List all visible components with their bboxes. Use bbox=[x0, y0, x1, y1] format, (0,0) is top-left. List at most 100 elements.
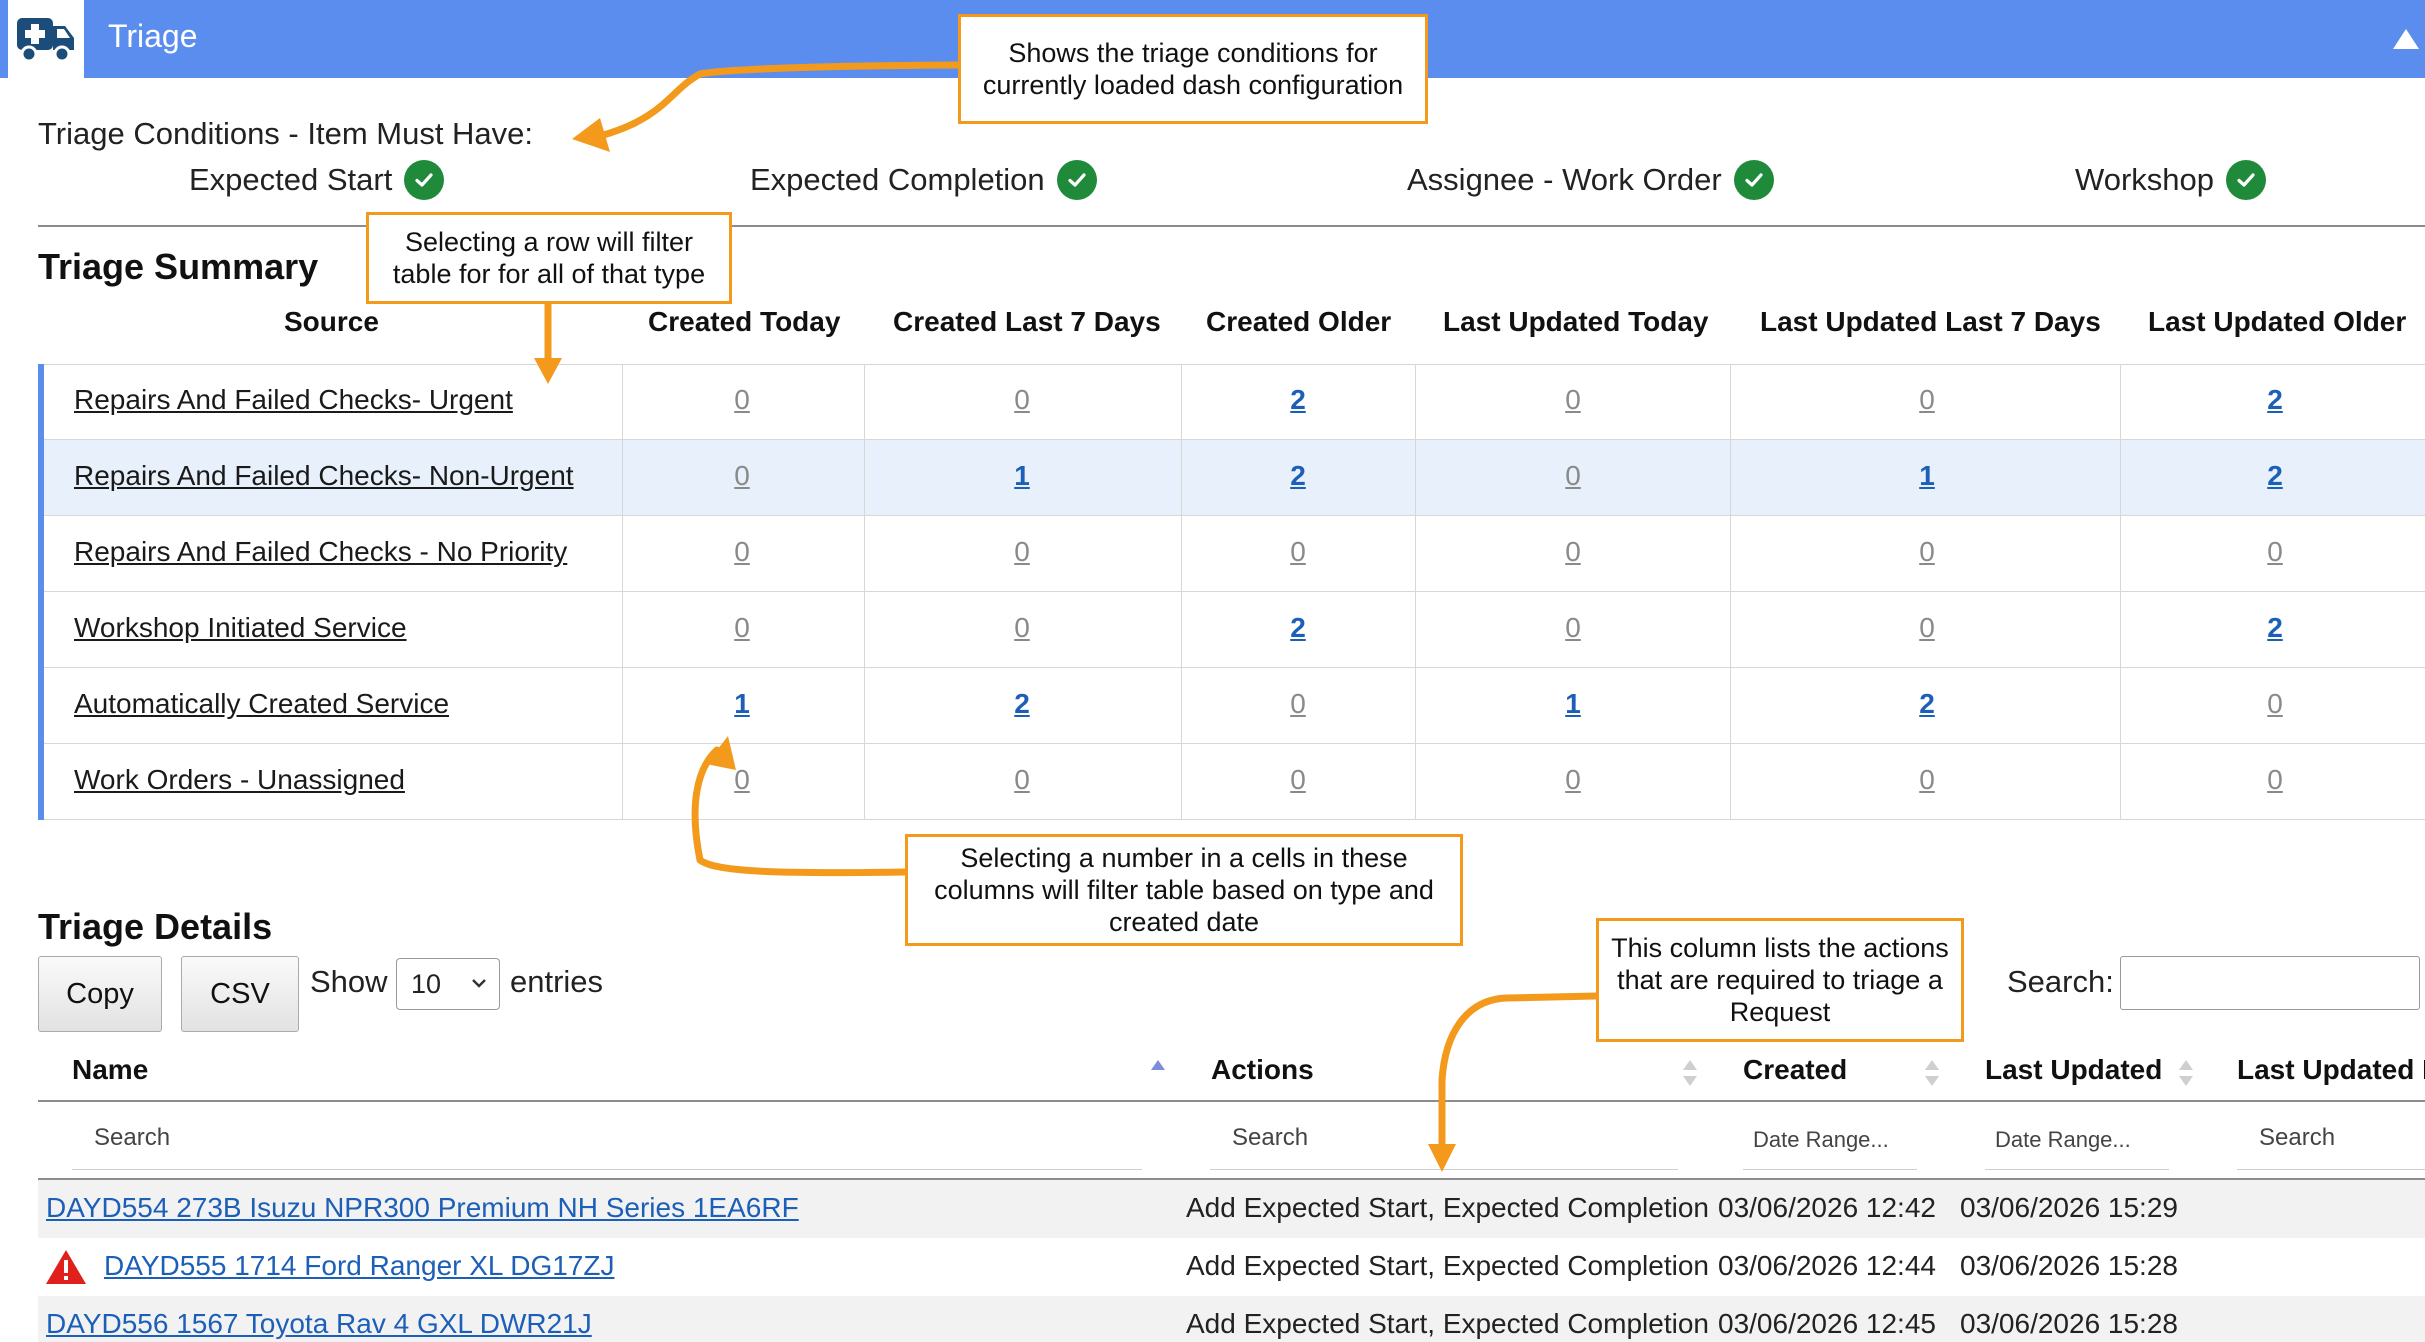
updated-date-range-input[interactable]: Date Range... bbox=[1985, 1110, 2169, 1170]
summary-count-link[interactable]: 2 bbox=[1290, 612, 1306, 644]
updated-by-filter-input[interactable]: Search bbox=[2237, 1110, 2425, 1170]
summary-count-link[interactable]: 0 bbox=[1014, 764, 1030, 796]
sort-icon[interactable] bbox=[1922, 1056, 1942, 1090]
column-header-actions[interactable]: Actions bbox=[1211, 1054, 1314, 1086]
collapse-button[interactable] bbox=[2387, 22, 2425, 56]
summary-count-link[interactable]: 0 bbox=[1919, 384, 1935, 416]
summary-count-link[interactable]: 1 bbox=[1919, 460, 1935, 492]
entries-value: 10 bbox=[411, 968, 442, 999]
item-actions: Add Expected Start, Expected Completion bbox=[1186, 1250, 1709, 1281]
summary-count-link[interactable]: 0 bbox=[1290, 536, 1306, 568]
column-divider bbox=[1181, 364, 1182, 820]
summary-row[interactable]: Workshop Initiated Service 0 0 2 0 0 2 bbox=[44, 592, 2425, 668]
item-last-updated: 03/06/2026 15:28 bbox=[1960, 1250, 2178, 1281]
item-created: 03/06/2026 12:44 bbox=[1718, 1250, 1936, 1281]
summary-source-link[interactable]: Repairs And Failed Checks- Urgent bbox=[74, 384, 513, 416]
summary-header-created-last-7-days: Created Last 7 Days bbox=[893, 306, 1161, 337]
summary-count-link[interactable]: 0 bbox=[1565, 460, 1581, 492]
created-date-range-input[interactable]: Date Range... bbox=[1743, 1110, 1917, 1170]
name-filter-input[interactable]: Search bbox=[72, 1110, 1142, 1170]
summary-count-link[interactable]: 0 bbox=[2267, 688, 2283, 720]
summary-count-link[interactable]: 0 bbox=[734, 536, 750, 568]
summary-count-link[interactable]: 2 bbox=[2267, 612, 2283, 644]
summary-header-last-updated-last-7-days: Last Updated Last 7 Days bbox=[1760, 306, 2101, 337]
column-header-last-updated-by[interactable]: Last Updated B bbox=[2237, 1054, 2425, 1086]
summary-source-link[interactable]: Automatically Created Service bbox=[74, 688, 449, 720]
sort-icon[interactable] bbox=[1680, 1056, 1700, 1090]
summary-source-link[interactable]: Work Orders - Unassigned bbox=[74, 764, 405, 796]
summary-count-link[interactable]: 0 bbox=[1565, 764, 1581, 796]
entries-select[interactable]: 10 bbox=[396, 958, 500, 1010]
condition-label: Assignee - Work Order bbox=[1407, 162, 1722, 197]
summary-count-link[interactable]: 2 bbox=[2267, 460, 2283, 492]
csv-button[interactable]: CSV bbox=[181, 956, 299, 1032]
annotation-conditions: Shows the triage conditions for currentl… bbox=[958, 14, 1428, 124]
summary-count-link[interactable]: 2 bbox=[1290, 384, 1306, 416]
column-header-name[interactable]: Name bbox=[72, 1054, 148, 1086]
summary-row[interactable]: Repairs And Failed Checks- Non-Urgent 0 … bbox=[44, 440, 2425, 516]
summary-count-link[interactable]: 2 bbox=[2267, 384, 2283, 416]
ambulance-icon bbox=[17, 18, 74, 63]
summary-source-link[interactable]: Workshop Initiated Service bbox=[74, 612, 407, 644]
summary-count-link[interactable]: 0 bbox=[734, 460, 750, 492]
summary-count-link[interactable]: 1 bbox=[1565, 688, 1581, 720]
triangle-up-icon bbox=[2393, 29, 2419, 49]
summary-row[interactable]: Work Orders - Unassigned 0 0 0 0 0 0 bbox=[44, 744, 2425, 820]
show-label: Show bbox=[310, 964, 388, 999]
sort-icon[interactable] bbox=[2176, 1056, 2196, 1090]
table-row[interactable]: DAYD556 1567 Toyota Rav 4 GXL DWR21J Add… bbox=[38, 1296, 2425, 1342]
summary-count-link[interactable]: 0 bbox=[2267, 764, 2283, 796]
summary-row[interactable]: Repairs And Failed Checks- Urgent 0 0 2 … bbox=[44, 364, 2425, 440]
summary-count-link[interactable]: 0 bbox=[1290, 688, 1306, 720]
column-divider bbox=[864, 364, 865, 820]
annotation-row: Selecting a row will filter table for fo… bbox=[366, 212, 732, 304]
item-name-link[interactable]: DAYD554 273B Isuzu NPR300 Premium NH Ser… bbox=[46, 1192, 799, 1224]
column-divider bbox=[1730, 364, 1731, 820]
summary-row[interactable]: Automatically Created Service 1 2 0 1 2 … bbox=[44, 668, 2425, 744]
summary-count-link[interactable]: 0 bbox=[2267, 536, 2283, 568]
summary-count-link[interactable]: 0 bbox=[1919, 612, 1935, 644]
search-label: Search: bbox=[2007, 964, 2114, 999]
search-input[interactable] bbox=[2120, 956, 2420, 1010]
annotation-line: that are required to triage a bbox=[1617, 965, 1943, 995]
annotation-line: table for for all of that type bbox=[392, 259, 706, 289]
annotation-line: Selecting a row will filter bbox=[404, 227, 694, 257]
column-header-created[interactable]: Created bbox=[1743, 1054, 1847, 1086]
item-name-link[interactable]: DAYD555 1714 Ford Ranger XL DG17ZJ bbox=[104, 1250, 614, 1282]
summary-count-link[interactable]: 0 bbox=[1014, 536, 1030, 568]
item-name-link[interactable]: DAYD556 1567 Toyota Rav 4 GXL DWR21J bbox=[46, 1308, 592, 1340]
summary-count-link[interactable]: 0 bbox=[1014, 612, 1030, 644]
summary-count-link[interactable]: 0 bbox=[734, 384, 750, 416]
summary-count-link[interactable]: 0 bbox=[1290, 764, 1306, 796]
summary-count-link[interactable]: 0 bbox=[1014, 384, 1030, 416]
summary-count-link[interactable]: 0 bbox=[1919, 536, 1935, 568]
summary-count-link[interactable]: 0 bbox=[1565, 536, 1581, 568]
summary-count-link[interactable]: 1 bbox=[734, 688, 750, 720]
summary-count-link[interactable]: 0 bbox=[1565, 612, 1581, 644]
summary-count-link[interactable]: 2 bbox=[1014, 688, 1030, 720]
condition-expected-start: Expected Start bbox=[189, 160, 445, 200]
summary-count-link[interactable]: 0 bbox=[1919, 764, 1935, 796]
header-divider bbox=[38, 1100, 2425, 1102]
item-created: 03/06/2026 12:45 bbox=[1718, 1308, 1936, 1339]
app-title: Triage bbox=[108, 18, 198, 54]
summary-source-link[interactable]: Repairs And Failed Checks- Non-Urgent bbox=[74, 460, 574, 492]
summary-count-link[interactable]: 1 bbox=[1014, 460, 1030, 492]
summary-title: Triage Summary bbox=[38, 246, 319, 287]
item-created: 03/06/2026 12:42 bbox=[1718, 1192, 1936, 1223]
summary-count-link[interactable]: 2 bbox=[1290, 460, 1306, 492]
table-row[interactable]: DAYD554 273B Isuzu NPR300 Premium NH Ser… bbox=[38, 1180, 2425, 1238]
actions-filter-input[interactable]: Search bbox=[1210, 1110, 1678, 1170]
arrowhead bbox=[572, 118, 610, 152]
summary-row[interactable]: Repairs And Failed Checks - No Priority … bbox=[44, 516, 2425, 592]
summary-source-link[interactable]: Repairs And Failed Checks - No Priority bbox=[74, 536, 567, 568]
summary-table: Repairs And Failed Checks- Urgent 0 0 2 … bbox=[38, 364, 2425, 820]
table-row[interactable]: DAYD555 1714 Ford Ranger XL DG17ZJ Add E… bbox=[38, 1238, 2425, 1296]
column-header-last-updated[interactable]: Last Updated bbox=[1985, 1054, 2162, 1086]
summary-count-link[interactable]: 0 bbox=[734, 612, 750, 644]
copy-button[interactable]: Copy bbox=[38, 956, 162, 1032]
summary-count-link[interactable]: 0 bbox=[1565, 384, 1581, 416]
summary-count-link[interactable]: 0 bbox=[734, 764, 750, 796]
sort-asc-icon[interactable] bbox=[1148, 1056, 1168, 1090]
summary-count-link[interactable]: 2 bbox=[1919, 688, 1935, 720]
